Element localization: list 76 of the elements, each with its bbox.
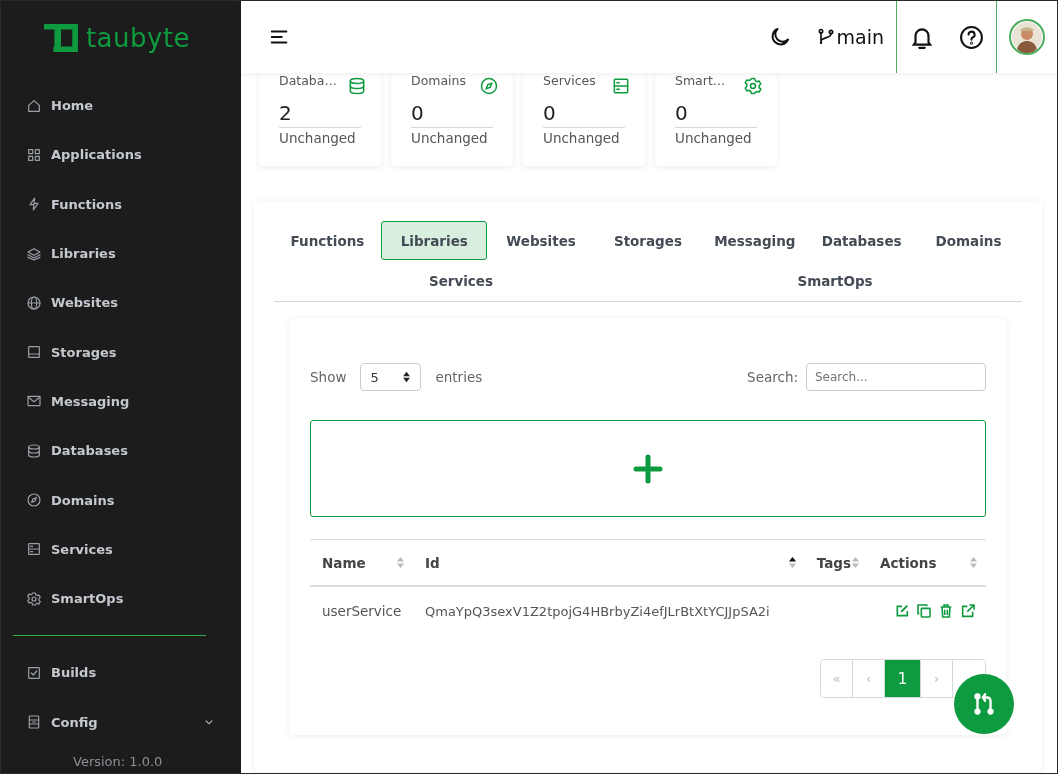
stat-status: Unchanged (675, 127, 757, 146)
stat-value: 2 (279, 101, 293, 127)
tab[interactable]: SmartOps (782, 261, 888, 300)
gear-icon (743, 76, 763, 96)
sidebar-item[interactable]: Functions (1, 179, 241, 229)
column-header[interactable]: Id (413, 539, 805, 586)
sidebar-item[interactable]: Storages (1, 327, 241, 377)
sidebar-item[interactable]: Services (1, 524, 241, 574)
pull-request-icon (971, 691, 997, 717)
help-icon[interactable] (959, 24, 984, 50)
column-header[interactable]: Tags (804, 539, 868, 586)
sidebar-item[interactable]: Home (1, 81, 241, 131)
tab[interactable]: Functions (274, 221, 381, 260)
stat-value: 0 (411, 101, 425, 127)
add-button[interactable] (310, 420, 986, 517)
stat-value: 0 (543, 101, 557, 127)
edit-icon[interactable] (894, 603, 910, 619)
stat-status: Unchanged (279, 127, 361, 146)
stat-label: Databa… (279, 73, 337, 88)
sidebar-item[interactable]: Websites (1, 278, 241, 328)
sidebar-item[interactable]: Messaging (1, 376, 241, 427)
search-label: Search: (747, 369, 798, 385)
copy-icon[interactable] (916, 603, 932, 619)
stat-label: Services (543, 73, 596, 88)
sort-arrows-icon (402, 371, 412, 383)
tab[interactable]: Libraries (381, 221, 488, 260)
tab[interactable]: Databases (808, 221, 915, 260)
home-icon (26, 97, 42, 114)
column-header[interactable]: Actions (868, 539, 986, 586)
branch-selector[interactable]: main (815, 26, 884, 48)
show-label: Show (310, 369, 347, 385)
checkbox-icon (26, 664, 42, 681)
entries-label: entries (435, 369, 483, 385)
stat-label: Domains (411, 73, 467, 88)
logo-icon (41, 22, 80, 54)
table-cell: userService (310, 586, 413, 635)
stat-value: 0 (675, 101, 689, 127)
page-size-select[interactable]: 5 (360, 363, 422, 391)
version-label: Version: 1.0.0 (73, 754, 163, 769)
table-cell: QmaYpQ3sexV1Z2tpojG4HBrbyZi4efJLrBtXtYCJJpSA2i (413, 586, 805, 635)
tab[interactable]: Services (408, 261, 514, 300)
compass-icon (26, 492, 42, 508)
database-icon (347, 76, 367, 96)
server-icon (26, 541, 42, 558)
stat-label: Smart… (675, 73, 726, 88)
database-icon (26, 442, 42, 459)
lightning-icon (26, 196, 42, 213)
sidebar-item[interactable]: Databases (1, 426, 241, 476)
sidebar-item[interactable]: Builds (1, 648, 241, 698)
tab[interactable]: Messaging (701, 221, 808, 260)
tab[interactable]: Domains (915, 221, 1022, 260)
layers-icon (26, 245, 42, 262)
sidebar-item[interactable]: Domains (1, 475, 241, 525)
sidebar-item[interactable]: Config (1, 697, 241, 747)
trash-icon[interactable] (938, 603, 954, 619)
external-link-icon[interactable] (960, 603, 976, 619)
tab[interactable]: Storages (594, 221, 701, 260)
tab[interactable]: Websites (488, 221, 595, 260)
sidebar-item[interactable]: Libraries (1, 228, 241, 279)
gear-icon (26, 590, 42, 607)
grid-icon (26, 146, 42, 163)
server-icon (611, 76, 631, 96)
sidebar-item[interactable]: SmartOps (1, 573, 241, 624)
compass-icon (479, 76, 499, 96)
page-button[interactable]: 1 (885, 660, 921, 697)
globe-icon (26, 294, 42, 311)
stat-status: Unchanged (543, 127, 625, 146)
plus-icon (633, 453, 663, 484)
drive-icon (26, 344, 42, 361)
logo-text: taubyte (85, 23, 191, 53)
search-field[interactable]: Search... (806, 363, 986, 391)
stat-status: Unchanged (411, 127, 493, 146)
column-header[interactable]: Name (310, 539, 413, 586)
avatar[interactable] (1009, 19, 1045, 55)
sidebar-item[interactable]: Applications (1, 130, 241, 180)
panel-icon (26, 714, 42, 731)
